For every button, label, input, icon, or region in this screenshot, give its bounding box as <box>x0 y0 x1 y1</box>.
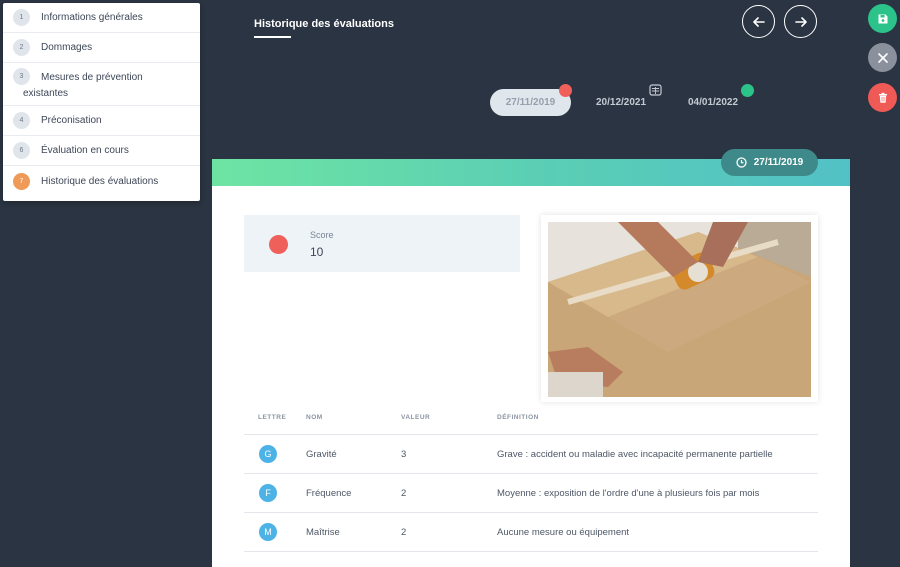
score-indicator <box>269 235 288 254</box>
row-value: 2 <box>401 527 407 538</box>
timeline-date-label: 27/11/2019 <box>505 97 556 108</box>
step-number: 4 <box>13 112 30 129</box>
step-label-continued: existantes <box>23 88 69 99</box>
step-number: 3 <box>13 68 30 85</box>
status-green-dot <box>741 84 754 97</box>
row-value: 3 <box>401 449 407 460</box>
close-button[interactable] <box>868 43 897 72</box>
step-label: Préconisation <box>41 115 102 126</box>
arrow-left-icon <box>752 16 765 27</box>
column-header: DÉFINITION <box>497 414 539 421</box>
step-number: 2 <box>13 39 30 56</box>
row-name: Gravité <box>306 449 337 460</box>
date-badge: 27/11/2019 <box>721 149 818 176</box>
score-box: Score 10 <box>244 215 520 272</box>
table-row: F Fréquence 2 Moyenne : exposition de l'… <box>244 474 818 513</box>
score-value: 10 <box>310 245 324 259</box>
letter-badge: G <box>259 445 277 463</box>
row-definition: Aucune mesure ou équipement <box>497 527 630 538</box>
step-evaluation-en-cours[interactable]: 6 Évaluation en cours <box>3 136 200 166</box>
step-dommages[interactable]: 2 Dommages <box>3 33 200 63</box>
steps-panel: 1 Informations générales 2 Dommages 3 Me… <box>3 3 200 201</box>
step-mesures-prevention[interactable]: 3 Mesures de prévention existantes <box>3 63 200 106</box>
table-header: LETTRE NOM VALEUR DÉFINITION <box>244 405 818 435</box>
timeline-date[interactable]: 04/01/2022 <box>688 97 738 108</box>
calendar-icon <box>649 84 662 96</box>
previous-button[interactable] <box>742 5 775 38</box>
step-label: Évaluation en cours <box>41 145 129 156</box>
step-historique-evaluations[interactable]: 7 Historique des évaluations <box>3 166 200 196</box>
delete-button[interactable] <box>868 83 897 112</box>
step-preconisation[interactable]: 4 Préconisation <box>3 106 200 136</box>
score-label: Score <box>310 230 334 240</box>
letter-badge: M <box>259 523 277 541</box>
save-icon <box>878 14 887 23</box>
step-number: 1 <box>13 9 30 26</box>
letter-badge: F <box>259 484 277 502</box>
row-name: Maîtrise <box>306 527 340 538</box>
arrow-right-icon <box>794 16 807 27</box>
timeline-date[interactable]: 20/12/2021 <box>596 97 646 108</box>
column-header: LETTRE <box>258 414 287 421</box>
row-definition: Grave : accident ou maladie avec incapac… <box>497 449 773 460</box>
close-icon <box>877 52 888 63</box>
title-underline <box>254 36 291 38</box>
step-label: Historique des évaluations <box>41 175 159 187</box>
evaluation-card: 27/11/2019 Score 10 LETTRE NOM VALEUR DÉ… <box>212 149 850 567</box>
next-button[interactable] <box>784 5 817 38</box>
step-informations-generales[interactable]: 1 Informations générales <box>3 3 200 33</box>
row-name: Fréquence <box>306 488 352 499</box>
photo-frame <box>541 215 818 402</box>
evaluation-photo <box>548 222 811 397</box>
save-button[interactable] <box>868 4 897 33</box>
row-value: 2 <box>401 488 407 499</box>
page-title: Historique des évaluations <box>254 18 394 30</box>
clock-icon <box>736 157 747 168</box>
row-definition: Moyenne : exposition de l'ordre d'une à … <box>497 488 760 499</box>
status-red-dot <box>559 84 572 97</box>
step-number-active: 7 <box>13 172 30 190</box>
table-row: G Gravité 3 Grave : accident ou maladie … <box>244 435 818 474</box>
column-header: VALEUR <box>401 414 431 421</box>
date-badge-label: 27/11/2019 <box>753 157 804 168</box>
column-header: NOM <box>306 414 323 421</box>
trash-icon <box>878 92 887 103</box>
table-row: M Maîtrise 2 Aucune mesure ou équipement <box>244 513 818 552</box>
step-number: 6 <box>13 142 30 159</box>
step-label: Mesures de prévention <box>41 72 143 83</box>
step-label: Informations générales <box>41 12 143 23</box>
step-label: Dommages <box>41 42 93 53</box>
